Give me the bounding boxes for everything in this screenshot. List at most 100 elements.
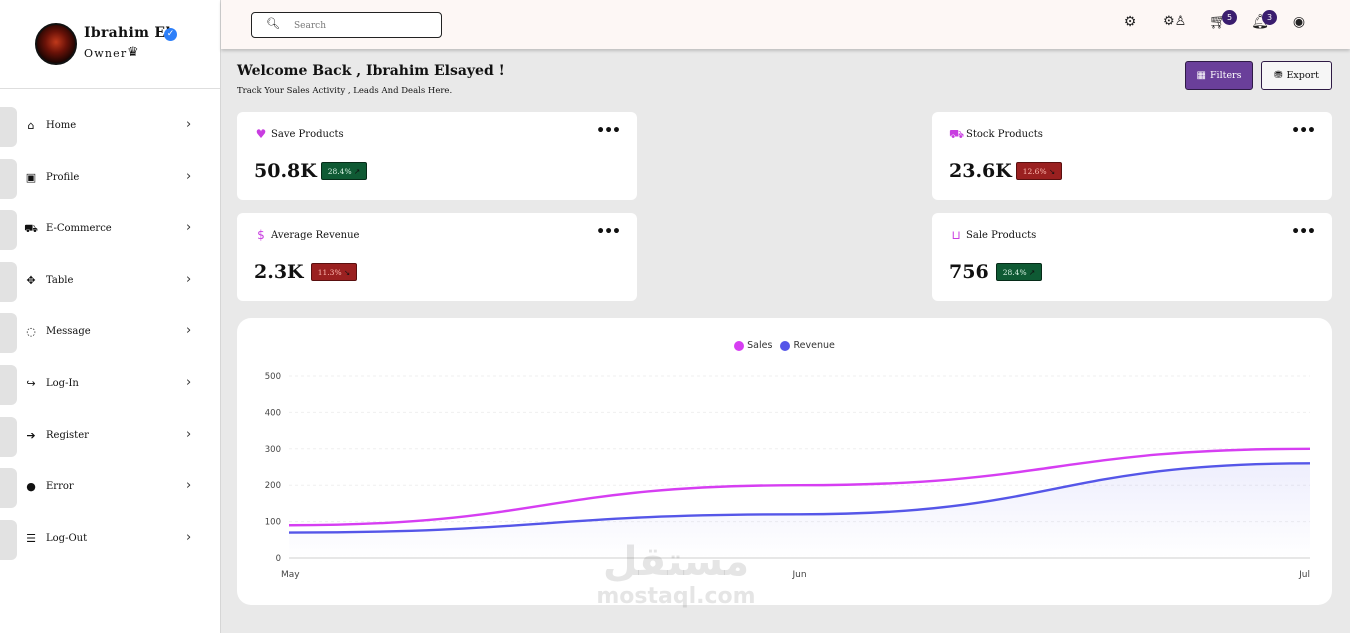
stat-card-stock-products: ⛟ Stock Products ••• 23.6K 12.6% ↘: [932, 112, 1332, 200]
sidebar-item-tab: [0, 159, 17, 199]
sidebar-item-label: Error: [46, 481, 74, 492]
sidebar-item-log-out[interactable]: ☰ Log-Out ›: [0, 520, 221, 560]
search-box[interactable]: 🔍︎: [251, 12, 442, 38]
card-value: 50.8K: [254, 160, 317, 182]
trend-badge: 28.4% ↗: [996, 263, 1042, 281]
profile-card-icon: ▣: [25, 171, 37, 184]
card-title: Sale Products: [966, 230, 1037, 241]
sidebar-item-label: Log-In: [46, 378, 79, 389]
user-name: Ibrahim El: [84, 25, 171, 41]
heart-icon: ♥: [255, 127, 267, 141]
logout-icon: ☰: [26, 532, 36, 545]
sidebar-item-label: E-Commerce: [46, 223, 112, 234]
sidebar-item-log-in[interactable]: ↪ Log-In ›: [0, 365, 221, 405]
inbox-icon: ⊔: [951, 228, 961, 242]
search-input[interactable]: [294, 18, 434, 33]
sidebar-item-tab: [0, 313, 17, 353]
filters-button[interactable]: ▦ Filters: [1185, 61, 1253, 90]
card-title: Stock Products: [966, 129, 1043, 140]
trend-badge: 28.4% ↗: [321, 162, 367, 180]
trend-up-icon: ↗: [351, 167, 361, 176]
card-value: 2.3K: [254, 261, 304, 283]
topbar: 🔍︎ ⚙ ⚙♙ 🛒︎ 5 🔔︎ 3 ◉: [221, 0, 1350, 49]
more-options-icon[interactable]: •••: [1291, 224, 1316, 240]
sidebar-item-e-commerce[interactable]: ⛟ E-Commerce ›: [0, 210, 221, 250]
verified-icon: ✓: [164, 28, 177, 41]
sidebar-item-profile[interactable]: ▣ Profile ›: [0, 159, 221, 199]
y-tick-label: 200: [265, 481, 281, 491]
trend-down-icon: ↘: [1046, 167, 1056, 176]
y-tick-label: 500: [265, 372, 281, 382]
user-circle-icon[interactable]: ◉: [1290, 14, 1308, 30]
sidebar-item-tab: [0, 107, 17, 147]
dollar-icon: $: [257, 228, 265, 242]
y-tick-label: 0: [276, 554, 281, 564]
series-area-revenue: [289, 463, 1310, 558]
stat-card-sale-products: ⊔ Sale Products ••• 756 28.4% ↗: [932, 213, 1332, 301]
sidebar-item-label: Profile: [46, 172, 80, 183]
chevron-right-icon: ›: [186, 323, 192, 338]
sidebar-item-tab: [0, 365, 17, 405]
sidebar-item-label: Message: [46, 326, 91, 337]
chevron-right-icon: ›: [186, 375, 192, 390]
profile-header: Ibrahim El ✓ Owner ♛: [0, 0, 220, 89]
home-icon: ⌂: [27, 119, 35, 132]
stat-card-average-revenue: $ Average Revenue ••• 2.3K 11.3% ↘: [237, 213, 637, 301]
register-icon: ➔: [26, 429, 36, 442]
more-options-icon[interactable]: •••: [1291, 123, 1316, 139]
chevron-right-icon: ›: [186, 272, 192, 287]
login-icon: ↪: [26, 377, 36, 390]
y-tick-label: 300: [265, 445, 281, 455]
user-role: Owner: [84, 47, 128, 60]
card-title: Average Revenue: [271, 230, 360, 241]
chevron-right-icon: ›: [186, 169, 192, 184]
x-tick-label: Jun: [791, 570, 806, 580]
x-tick-label: Jul: [1298, 570, 1310, 580]
error-bomb-icon: ●: [26, 480, 36, 493]
users-gear-icon[interactable]: ⚙♙: [1163, 14, 1186, 29]
export-button[interactable]: ⛃ Export: [1261, 61, 1332, 90]
sidebar-item-table[interactable]: ✥ Table ›: [0, 262, 221, 302]
sidebar: Ibrahim El ✓ Owner ♛ ⌂ Home › ▣ Profile › ⛟ E-C…: [0, 0, 221, 633]
sidebar-item-label: Table: [46, 275, 74, 286]
cart-icon: ⛟: [24, 222, 38, 235]
trend-percent: 11.3%: [317, 268, 342, 277]
sidebar-item-home[interactable]: ⌂ Home ›: [0, 107, 221, 147]
trend-percent: 28.4%: [1002, 268, 1027, 277]
chevron-right-icon: ›: [186, 427, 192, 442]
sidebar-item-message[interactable]: ◌ Message ›: [0, 313, 221, 353]
trend-down-icon: ↘: [341, 268, 351, 277]
line-chart: 0 100 200 300 400 500 May Jun Jul: [265, 372, 1311, 580]
cart-icon: ⛟: [949, 127, 965, 141]
card-value: 756: [949, 261, 989, 283]
trend-up-icon: ↗: [1026, 268, 1036, 277]
sidebar-item-tab: [0, 520, 17, 560]
y-tick-label: 400: [265, 408, 281, 418]
sidebar-item-label: Log-Out: [46, 533, 88, 544]
card-value: 23.6K: [949, 160, 1012, 182]
notification-count-badge: 3: [1262, 10, 1277, 25]
chevron-right-icon: ›: [186, 117, 192, 132]
sidebar-item-tab: [0, 262, 17, 302]
more-options-icon[interactable]: •••: [596, 224, 621, 240]
sidebar-item-error[interactable]: ● Error ›: [0, 468, 221, 508]
more-options-icon[interactable]: •••: [596, 123, 621, 139]
y-tick-label: 100: [265, 518, 281, 528]
trend-percent: 28.4%: [327, 167, 352, 176]
x-tick-label: May: [281, 570, 300, 580]
chevron-right-icon: ›: [186, 478, 192, 493]
sidebar-item-register[interactable]: ➔ Register ›: [0, 417, 221, 457]
search-icon: 🔍︎: [266, 17, 280, 30]
sidebar-item-tab: [0, 417, 17, 457]
avatar[interactable]: [35, 23, 77, 65]
sidebar-item-tab: [0, 210, 17, 250]
page-subtitle: Track Your Sales Activity , Leads And De…: [237, 86, 453, 96]
sidebar-item-label: Register: [46, 430, 89, 441]
export-icon: ⛃: [1274, 70, 1283, 81]
card-title: Save Products: [271, 129, 344, 140]
chevron-right-icon: ›: [186, 220, 192, 235]
gear-icon[interactable]: ⚙: [1121, 14, 1139, 30]
crown-icon: ♛: [127, 45, 139, 60]
cart-count-badge: 5: [1222, 10, 1237, 25]
filters-label: Filters: [1209, 70, 1242, 81]
